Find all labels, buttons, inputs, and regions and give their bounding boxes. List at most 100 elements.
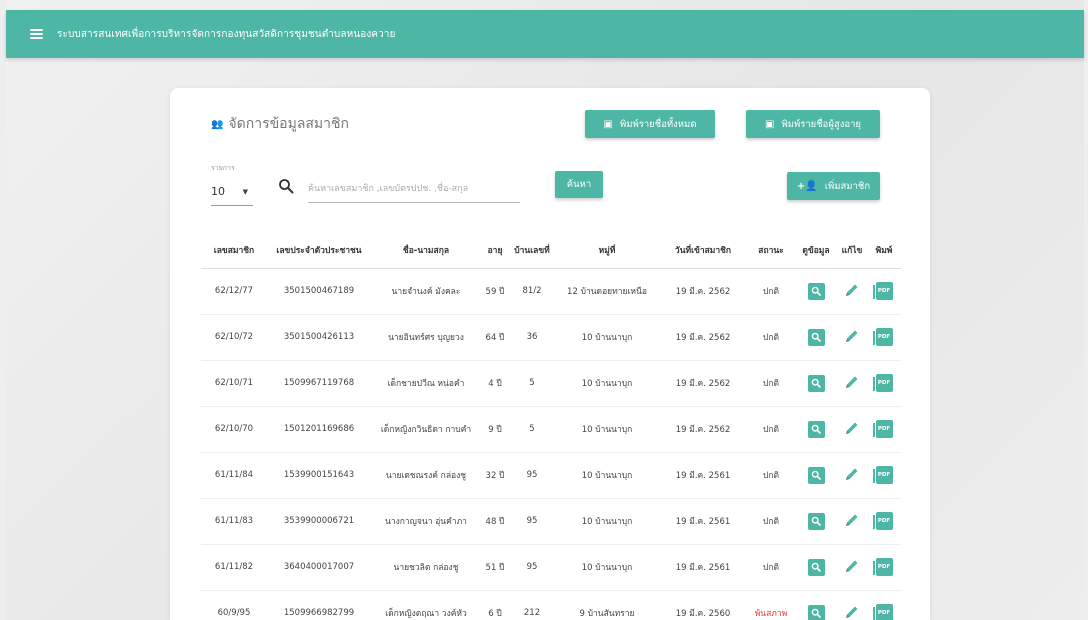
citizen-id-cell: 3640400017007 (267, 544, 371, 591)
magnify-icon (811, 424, 821, 434)
card-title: 👥 จัดการข้อมูลสมาชิก (211, 113, 349, 135)
member-id-cell: 61/11/83 (201, 498, 267, 545)
menu-icon[interactable] (30, 29, 43, 39)
pdf-icon[interactable]: PDF (872, 420, 893, 438)
view-button[interactable] (807, 604, 825, 620)
edit-button[interactable] (844, 466, 860, 485)
view-cell (795, 314, 837, 361)
column-header: หมู่ที่ (555, 233, 659, 269)
rows-select-value: 10 (211, 185, 225, 198)
table-row: 61/11/84 1539900151643 นายเดชณรงค์ กล่องชู… (201, 452, 901, 499)
magnify-icon (811, 562, 821, 572)
name-cell: นายจำนงค์ มังคละ (371, 268, 481, 315)
member-id-cell: 62/10/72 (201, 314, 267, 361)
view-button[interactable] (807, 328, 825, 346)
moo-cell: 12 บ้านดอยทายเหนือ (555, 268, 659, 315)
card-title-text: จัดการข้อมูลสมาชิก (228, 116, 350, 132)
join-date-cell: 19 มี.ค. 2562 (659, 268, 747, 315)
pencil-icon (846, 376, 858, 388)
age-cell: 48 ปี (481, 498, 509, 545)
house-no-cell: 81/2 (509, 268, 555, 315)
join-date-cell: 19 มี.ค. 2562 (659, 406, 747, 453)
edit-cell (837, 406, 867, 453)
magnify-icon (811, 286, 821, 296)
citizen-id-cell: 3501500426113 (267, 314, 371, 361)
edit-button[interactable] (844, 282, 860, 301)
table-row: 62/12/77 3501500467189 นายจำนงค์ มังคละ 59 … (201, 268, 901, 315)
pdf-icon[interactable]: PDF (872, 282, 893, 300)
table-row: 60/9/95 1509966982799 เด็กหญิงตฤณา วงค์หัว… (201, 590, 901, 620)
citizen-id-cell: 1509967119768 (267, 360, 371, 407)
status-cell: ปกติ (747, 498, 795, 545)
view-button[interactable] (807, 466, 825, 484)
name-cell: เด็กหญิงกวินธิดา กาบคำ (371, 406, 481, 453)
view-cell (795, 544, 837, 591)
column-header: วันที่เข้าสมาชิก (659, 233, 747, 269)
house-no-cell: 212 (509, 590, 555, 620)
print-all-label: พิมพ์รายชื่อทั้งหมด (619, 118, 697, 130)
house-no-cell: 5 (509, 406, 555, 453)
moo-cell: 10 บ้านนาบุก (555, 544, 659, 591)
search-button[interactable]: ค้นหา (555, 171, 603, 198)
view-button[interactable] (807, 512, 825, 530)
view-cell (795, 452, 837, 499)
pdf-cell: PDF (867, 268, 901, 315)
pdf-cell: PDF (867, 544, 901, 591)
edit-cell (837, 544, 867, 591)
pdf-icon[interactable]: PDF (872, 328, 893, 346)
table-row: 61/11/83 3539900006721 นางกาญจนา อุ่นคำภา 4… (201, 498, 901, 545)
app-title: ระบบสารสนเทศเพื่อการบริหารจัดการกองทุนสว… (57, 28, 396, 40)
magnify-icon (811, 332, 821, 342)
print-all-button[interactable]: ▣ พิมพ์รายชื่อทั้งหมด (585, 110, 715, 138)
status-cell: ปกติ (747, 360, 795, 407)
edit-button[interactable] (844, 604, 860, 620)
edit-button[interactable] (844, 558, 860, 577)
edit-button[interactable] (844, 328, 860, 347)
add-person-icon: +👤 (796, 180, 818, 192)
rows-per-page-select[interactable]: 10 ▼ (211, 178, 253, 206)
view-button[interactable] (807, 374, 825, 392)
edit-button[interactable] (844, 374, 860, 393)
age-cell: 4 ปี (481, 360, 509, 407)
pdf-cell: PDF (867, 590, 901, 620)
name-cell: เด็กชายปวีณ หน่อคำ (371, 360, 481, 407)
pdf-icon[interactable]: PDF (872, 558, 893, 576)
house-no-cell: 36 (509, 314, 555, 361)
status-cell: ปกติ (747, 406, 795, 453)
pdf-icon[interactable]: PDF (872, 512, 893, 530)
citizen-id-cell: 1509966982799 (267, 590, 371, 620)
citizen-id-cell: 3539900006721 (267, 498, 371, 545)
view-button[interactable] (807, 420, 825, 438)
view-cell (795, 360, 837, 407)
citizen-id-cell: 1501201169686 (267, 406, 371, 453)
print-icon: ▣ (603, 118, 613, 130)
search-input[interactable] (308, 176, 520, 203)
pdf-icon[interactable]: PDF (872, 374, 893, 392)
edit-cell (837, 314, 867, 361)
print-elderly-button[interactable]: ▣ พิมพ์รายชื่อผู้สูงอายุ (746, 110, 880, 138)
rows-select-label: รายการ (211, 164, 235, 172)
magnify-icon (811, 470, 821, 480)
moo-cell: 10 บ้านนาบุก (555, 314, 659, 361)
age-cell: 64 ปี (481, 314, 509, 361)
moo-cell: 10 บ้านนาบุก (555, 360, 659, 407)
edit-button[interactable] (844, 512, 860, 531)
pdf-icon[interactable]: PDF (872, 466, 893, 484)
age-cell: 59 ปี (481, 268, 509, 315)
status-cell: พ้นสภาพ (747, 590, 795, 620)
top-app-bar: ระบบสารสนเทศเพื่อการบริหารจัดการกองทุนสว… (6, 10, 1084, 58)
house-no-cell: 95 (509, 452, 555, 499)
pencil-icon (846, 606, 858, 618)
view-button[interactable] (807, 282, 825, 300)
house-no-cell: 95 (509, 544, 555, 591)
pdf-icon[interactable]: PDF (872, 604, 893, 620)
edit-button[interactable] (844, 420, 860, 439)
view-cell (795, 406, 837, 453)
member-id-cell: 61/11/82 (201, 544, 267, 591)
pdf-cell: PDF (867, 452, 901, 499)
add-member-button[interactable]: +👤 เพิ่มสมาชิก (787, 172, 880, 200)
print-elderly-label: พิมพ์รายชื่อผู้สูงอายุ (781, 118, 861, 130)
name-cell: เด็กหญิงตฤณา วงค์หัว (371, 590, 481, 620)
view-button[interactable] (807, 558, 825, 576)
magnify-icon (811, 608, 821, 618)
